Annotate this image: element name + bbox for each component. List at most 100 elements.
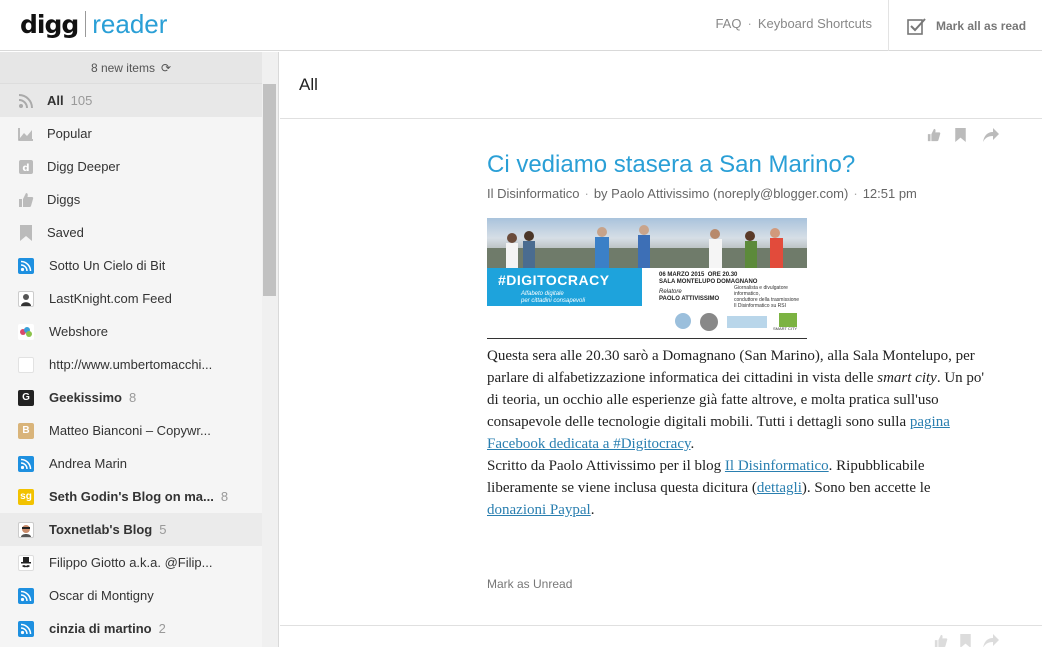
feed-rss-icon <box>18 587 34 604</box>
nav-item-count: 105 <box>70 93 93 108</box>
checkbox-check-icon <box>907 17 926 35</box>
logo-digg-text: digg <box>20 9 79 39</box>
feed-count: 5 <box>159 522 167 537</box>
article-source[interactable]: Il Disinformatico <box>487 186 579 201</box>
next-article-actions <box>934 634 999 647</box>
top-bar: digg reader FAQ · Keyboard Shortcuts Mar… <box>0 0 1042 51</box>
feed-item[interactable]: Oscar di Montigny <box>0 579 262 612</box>
banner-desc-line: Il Disinformatico su RSI <box>734 303 786 309</box>
knight-avatar-icon <box>18 290 34 307</box>
chart-icon <box>18 126 34 142</box>
article-actions <box>927 128 999 144</box>
details-link[interactable]: dettagli <box>757 480 802 496</box>
feed-label: cinzia di martino <box>49 621 152 636</box>
banner-title-box: #DIGITOCRACY Alfabeto digitale per citta… <box>487 268 642 306</box>
nav-list: All 105 Popular d Digg Deeper Diggs Save… <box>0 84 262 249</box>
meta-separator: · <box>853 186 858 201</box>
mark-all-read-button[interactable]: Mark all as read <box>888 0 1042 51</box>
feed-label: Toxnetlab's Blog <box>49 522 153 537</box>
feed-label: Andrea Marin <box>49 456 128 471</box>
toxnetlab-avatar-icon <box>18 521 34 538</box>
mark-as-unread-link[interactable]: Mark as Unread <box>487 577 572 591</box>
feed-item[interactable]: Sotto Un Cielo di Bit <box>0 249 262 282</box>
sidebar-scrollbar-thumb[interactable] <box>263 84 276 296</box>
feed-item[interactable]: B Matteo Bianconi – Copywr... <box>0 414 262 447</box>
text-segment: . <box>690 436 695 452</box>
faq-link[interactable]: FAQ <box>715 16 741 31</box>
nav-item-saved[interactable]: Saved <box>0 216 262 249</box>
hat-mustache-icon <box>18 554 34 571</box>
keyboard-shortcuts-link[interactable]: Keyboard Shortcuts <box>758 16 872 31</box>
article-title-link[interactable]: Ci vediamo stasera a San Marino? <box>487 151 855 179</box>
save-bookmark-icon[interactable] <box>960 634 971 647</box>
article-banner-image: #DIGITOCRACY Alfabeto digitale per citta… <box>487 218 807 339</box>
nav-item-label: Digg Deeper <box>47 159 120 174</box>
sidebar: 8 new items ⟳ All 105 Popular d Digg Dee… <box>0 52 279 647</box>
feed-item[interactable]: LastKnight.com Feed <box>0 282 262 315</box>
article-author: by Paolo Attivissimo (noreply@blogger.co… <box>593 186 849 201</box>
banner-venue: SALA MONTELUPO <box>659 279 716 285</box>
article-meta: Il Disinformatico · by Paolo Attivissimo (… <box>487 186 917 201</box>
blank-favicon-icon <box>18 356 34 373</box>
feed-item[interactable]: cinzia di martino 2 <box>0 612 262 645</box>
feed-label: Seth Godin's Blog on ma... <box>49 489 214 504</box>
blogger-favicon-icon: B <box>18 422 34 439</box>
text-emphasis: smart city <box>877 370 937 386</box>
feed-rss-icon <box>18 257 34 274</box>
digg-reader-logo[interactable]: digg reader <box>20 6 167 42</box>
banner-subtitle-line: per cittadini consapevoli <box>521 298 586 304</box>
geekissimo-icon: G <box>18 389 34 406</box>
digg-thumbs-up-icon[interactable] <box>927 128 943 144</box>
nav-item-digg-deeper[interactable]: d Digg Deeper <box>0 150 262 183</box>
feed-count: 2 <box>158 621 166 636</box>
banner-hour: ORE 20.30 <box>707 272 738 278</box>
banner-subtitle-line: Alfabeto digitale <box>521 291 564 297</box>
feed-item[interactable]: Filippo Giotto a.k.a. @Filip... <box>0 546 262 579</box>
paypal-donations-link[interactable]: donazioni Paypal <box>487 502 591 518</box>
webshore-icon <box>18 323 34 340</box>
feed-label: LastKnight.com Feed <box>49 291 172 306</box>
feed-item[interactable]: http://www.umbertomacchi... <box>0 348 262 381</box>
logo-divider <box>85 11 87 37</box>
banner-photo <box>487 218 807 268</box>
feed-list: Sotto Un Cielo di Bit LastKnight.com Fee… <box>0 249 262 645</box>
feed-item[interactable]: sg Seth Godin's Blog on ma... 8 <box>0 480 262 513</box>
share-arrow-icon[interactable] <box>983 634 999 647</box>
digg-thumbs-up-icon[interactable] <box>934 634 948 647</box>
feed-item[interactable]: Andrea Marin <box>0 447 262 480</box>
feed-label: Webshore <box>49 324 109 339</box>
main-pane: All Ci vediamo stasera a San Marino? Il … <box>280 52 1042 647</box>
save-bookmark-icon[interactable] <box>955 128 971 144</box>
feed-rss-icon <box>18 455 34 472</box>
feed-item[interactable]: Toxnetlab's Blog 5 <box>0 513 262 546</box>
share-arrow-icon[interactable] <box>983 128 999 144</box>
article-time: 12:51 pm <box>862 186 917 201</box>
bookmark-icon <box>18 224 34 241</box>
feed-label: Oscar di Montigny <box>49 588 154 603</box>
page-title: All <box>299 75 318 94</box>
blog-link[interactable]: Il Disinformatico <box>725 458 829 474</box>
banner-rule <box>487 338 807 339</box>
mark-all-read-label: Mark all as read <box>936 18 1027 33</box>
feed-item[interactable]: G Geekissimo 8 <box>0 381 262 414</box>
seth-godin-icon: sg <box>18 488 34 505</box>
feed-label: http://www.umbertomacchi... <box>49 357 213 372</box>
svg-text:d: d <box>22 163 29 174</box>
nav-item-all[interactable]: All 105 <box>0 84 262 117</box>
nav-item-diggs[interactable]: Diggs <box>0 183 262 216</box>
digg-icon: d <box>18 159 34 175</box>
nav-item-label: Popular <box>47 126 92 141</box>
feed-label: Filippo Giotto a.k.a. @Filip... <box>49 555 213 570</box>
nav-item-label: Saved <box>47 225 84 240</box>
article-paragraph: Scritto da Paolo Attivissimo per il blog… <box>487 455 992 521</box>
article-paragraph: Questa sera alle 20.30 sarò a Domagnano … <box>487 345 992 455</box>
article-body: Questa sera alle 20.30 sarò a Domagnano … <box>487 345 992 521</box>
nav-item-popular[interactable]: Popular <box>0 117 262 150</box>
banner-date: 06 MARZO 2015 <box>659 272 705 278</box>
feed-item[interactable]: Webshore <box>0 315 262 348</box>
text-segment: . <box>590 502 595 518</box>
new-items-bar[interactable]: 8 new items ⟳ <box>0 52 262 84</box>
text-segment: ). Sono ben accette le <box>801 480 931 496</box>
banner-sponsor-logos: SMART CITY <box>675 311 807 333</box>
main-heading-bar: All <box>280 52 1042 119</box>
